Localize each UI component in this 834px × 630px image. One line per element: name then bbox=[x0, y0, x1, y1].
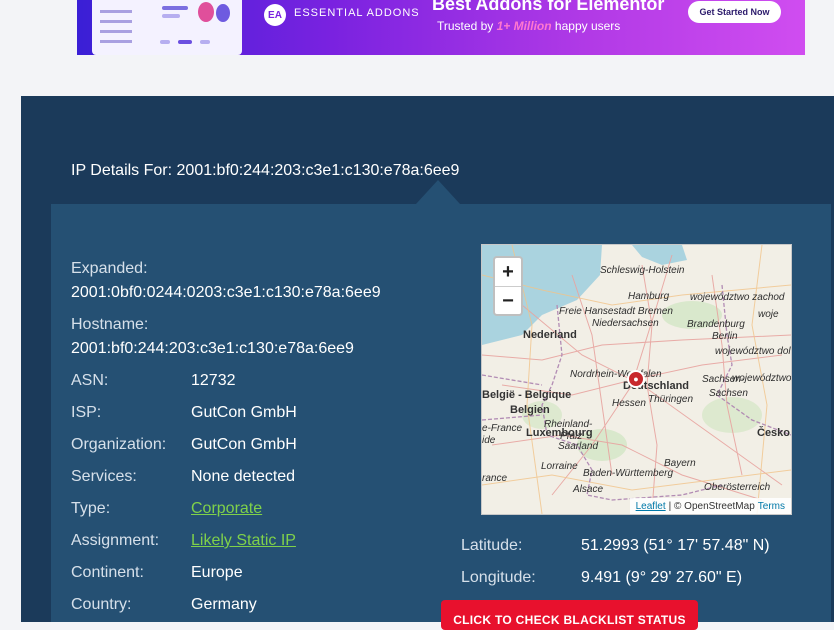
map-label-schleswig: Schleswig-Holstein bbox=[600, 265, 685, 276]
zoom-in-button[interactable]: + bbox=[495, 258, 521, 286]
map-label-bremen: Freie Hansestadt Bremen bbox=[559, 306, 673, 317]
latitude-label: Latitude: bbox=[461, 537, 523, 554]
asn-value: 12732 bbox=[191, 372, 236, 389]
longitude-value: 9.491 (9° 29' 27.60" E) bbox=[581, 569, 743, 586]
map-label-nederland: Nederland bbox=[523, 329, 577, 341]
map-label-cesko: Česko bbox=[757, 427, 791, 439]
banner-subtitle-pre: Trusted by bbox=[437, 19, 497, 33]
page-title: IP Details For: 2001:bf0:244:203:c3e1:c1… bbox=[71, 162, 460, 179]
map-label-hamburg: Hamburg bbox=[628, 291, 670, 302]
organization-value: GutCon GmbH bbox=[191, 436, 297, 453]
essential-addons-logo: EA bbox=[264, 4, 286, 26]
map-label-france: rance bbox=[482, 473, 508, 484]
map-label-woj: woje bbox=[758, 309, 779, 320]
map-label-niedersachsen: Niedersachsen bbox=[592, 318, 659, 329]
map-label-brandenburg: Brandenburg bbox=[687, 319, 745, 330]
type-label: Type: bbox=[71, 500, 111, 517]
map-label-hessen: Hessen bbox=[612, 398, 646, 409]
latitude-value: 51.2993 (51° 17' 57.48" N) bbox=[581, 537, 770, 554]
asn-label: ASN: bbox=[71, 372, 109, 389]
map-marker-icon[interactable]: ● bbox=[627, 370, 645, 388]
assignment-link[interactable]: Likely Static IP bbox=[191, 532, 296, 550]
check-blacklist-button[interactable]: CLICK TO CHECK BLACKLIST STATUS bbox=[441, 600, 698, 630]
services-value: None detected bbox=[191, 468, 296, 485]
map-zoom-control: + − bbox=[493, 256, 523, 316]
type-link[interactable]: Corporate bbox=[191, 500, 262, 518]
map-label-saarland: Saarland bbox=[558, 441, 599, 452]
map-label-ide: ide bbox=[482, 435, 496, 446]
banner-subtitle: Trusted by 1+ Million happy users bbox=[437, 19, 620, 33]
osm-attribution: | © OpenStreetMap bbox=[668, 500, 755, 512]
organization-label: Organization: bbox=[71, 436, 167, 453]
map-label-woj-dol: województwo dol bbox=[715, 346, 791, 357]
country-label: Country: bbox=[71, 596, 132, 613]
map-attribution: Leaflet | © OpenStreetMap Terms bbox=[629, 498, 791, 514]
isp-value: GutCon GmbH bbox=[191, 404, 297, 421]
hostname-value: 2001:bf0:244:203:c3e1:c130:e78a:6ee9 bbox=[71, 340, 354, 357]
isp-label: ISP: bbox=[71, 404, 102, 421]
expanded-value: 2001:0bf0:0244:0203:c3e1:c130:e78a:6ee9 bbox=[71, 284, 381, 301]
banner-brand: ESSENTIAL ADDONS bbox=[294, 7, 420, 19]
leaflet-link[interactable]: Leaflet bbox=[636, 501, 666, 512]
map-label-thuringen: Thüringen bbox=[648, 394, 694, 405]
ad-banner[interactable]: EA ESSENTIAL ADDONS Best Addons for Elem… bbox=[77, 0, 805, 55]
map-label-nrw: Nordrhein-Westfalen bbox=[570, 369, 662, 380]
map-label-luxembourg: Luxembourg bbox=[526, 427, 593, 439]
map-label-belgie: België - Belgique bbox=[482, 389, 572, 401]
expanded-label: Expanded: bbox=[71, 260, 148, 277]
services-label: Services: bbox=[71, 468, 137, 485]
map-label-ober: Oberösterreich bbox=[704, 482, 771, 493]
banner-subtitle-post: happy users bbox=[551, 19, 621, 33]
continent-label: Continent: bbox=[71, 564, 144, 581]
longitude-label: Longitude: bbox=[461, 569, 536, 586]
map-label-berlin: Berlin bbox=[712, 331, 738, 342]
map-label-iledefrance: e-France bbox=[482, 423, 523, 434]
map-label-belgien: Belgien bbox=[510, 404, 550, 416]
map-label-alsace: Alsace bbox=[573, 484, 604, 495]
country-value: Germany bbox=[191, 596, 257, 613]
get-started-button[interactable]: Get Started Now bbox=[688, 1, 781, 23]
banner-title: Best Addons for Elementor bbox=[432, 0, 665, 14]
banner-illustration bbox=[92, 0, 242, 55]
continent-value: Europe bbox=[191, 564, 243, 581]
zoom-out-button[interactable]: − bbox=[495, 286, 521, 315]
assignment-label: Assignment: bbox=[71, 532, 160, 549]
map-label-sachsen: Sachsen bbox=[709, 388, 748, 399]
banner-subtitle-highlight: 1+ Million bbox=[496, 19, 552, 33]
map-label-bawu: Baden-Württemberg bbox=[583, 468, 674, 479]
map-label-sachsen-anhalt: Sachsen- bbox=[702, 374, 745, 385]
map-label-woj-zach: województwo zachod bbox=[690, 292, 785, 303]
location-map[interactable]: Schleswig-Holstein Hamburg województwo z… bbox=[481, 244, 792, 515]
map-label-lorraine: Lorraine bbox=[541, 461, 578, 472]
hostname-label: Hostname: bbox=[71, 316, 149, 333]
panel-notch bbox=[416, 180, 460, 204]
terms-link[interactable]: Terms bbox=[758, 501, 785, 512]
